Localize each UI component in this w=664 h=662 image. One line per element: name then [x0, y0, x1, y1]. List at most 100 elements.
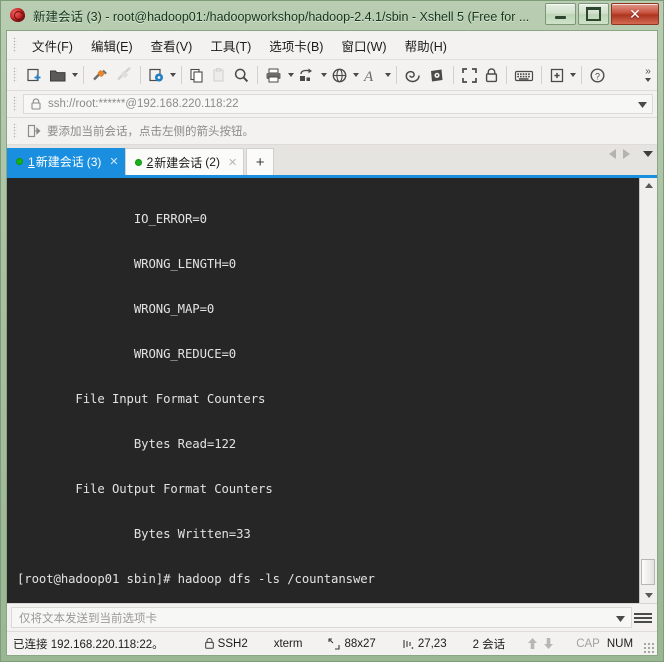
tab-count: (3)	[86, 154, 102, 169]
tab-scroll-left-icon[interactable]	[609, 149, 616, 159]
menu-window[interactable]: 窗口(W)	[332, 32, 395, 59]
address-input[interactable]: ssh://root:******@192.168.220.118:22	[23, 94, 653, 114]
disconnect-button[interactable]	[113, 63, 135, 87]
scrollbar-thumb[interactable]	[641, 559, 655, 585]
quick-command-button[interactable]	[426, 63, 448, 87]
tab-connected-icon	[134, 158, 142, 166]
minimize-icon	[555, 16, 566, 19]
scroll-up-button[interactable]	[641, 178, 656, 193]
toolbar-separator	[506, 66, 507, 84]
tab-close-icon[interactable]: ✕	[109, 155, 118, 168]
tab-list-icon[interactable]	[643, 151, 653, 157]
font-button[interactable]: A	[361, 63, 382, 87]
keyboard-button[interactable]	[512, 63, 536, 87]
close-button[interactable]: ✕	[611, 3, 659, 25]
lock-icon	[485, 67, 498, 82]
menu-edit[interactable]: 编辑(E)	[82, 32, 142, 59]
hintbar-drag-grip[interactable]	[13, 123, 17, 139]
keyboard-icon	[514, 70, 534, 81]
toolbar-separator	[396, 66, 397, 84]
terminal-output[interactable]: IO_ERROR=0 WRONG_LENGTH=0 WRONG_MAP=0 WR…	[7, 178, 639, 603]
status-terminal-type: xterm	[273, 637, 303, 650]
send-command-menu-button[interactable]	[634, 612, 657, 623]
maximize-button[interactable]	[578, 3, 609, 25]
tab-session-1[interactable]: 1 新建会话 (3) ✕	[7, 148, 125, 175]
terminal-scrollbar[interactable]	[639, 178, 657, 603]
xshell-window: 新建会话 (3) - root@hadoop01:/hadoopworkshop…	[0, 0, 664, 662]
hamburger-menu-icon	[634, 612, 652, 615]
toolbar-overflow-caret-icon	[645, 78, 651, 82]
toolbar-separator	[257, 66, 258, 84]
scroll-down-button[interactable]	[641, 588, 656, 603]
session-hint-text: 要添加当前会话，点击左侧的箭头按钮。	[47, 126, 254, 138]
resize-grip[interactable]	[643, 642, 655, 654]
address-value: ssh://root:******@192.168.220.118:22	[48, 98, 239, 110]
session-properties-button[interactable]	[146, 63, 167, 87]
status-size: 88x27	[328, 638, 376, 650]
tab-session-2[interactable]: 2 新建会话 (2) ✕	[124, 148, 245, 175]
tab-strip: 1 新建会话 (3) ✕ 2 新建会话 (2) ✕ +	[7, 145, 657, 178]
send-command-input[interactable]: 仅将文本发送到当前选项卡	[11, 607, 632, 628]
print-caret-icon[interactable]	[288, 73, 294, 77]
open-session-button[interactable]	[47, 63, 69, 87]
terminal-line: File Input Format Counters	[17, 392, 266, 406]
lock-icon	[204, 638, 214, 649]
file-transfer-button[interactable]	[296, 63, 318, 87]
toolbar-separator	[453, 66, 454, 84]
open-session-caret-icon[interactable]	[72, 73, 78, 77]
status-cursor: 27,23	[402, 638, 447, 650]
minimize-button[interactable]	[545, 3, 576, 25]
menu-drag-grip[interactable]	[13, 37, 17, 53]
find-button[interactable]	[231, 63, 252, 87]
open-session-icon	[50, 70, 66, 81]
toolbar-drag-grip[interactable]	[13, 67, 17, 83]
title-bar[interactable]: 新建会话 (3) - root@hadoop01:/hadoopworkshop…	[0, 0, 664, 30]
address-dropdown-icon[interactable]	[638, 95, 647, 113]
new-session-button[interactable]	[24, 63, 45, 87]
terminal-line: IO_ERROR=0	[17, 212, 207, 226]
help-button[interactable]: ?	[587, 63, 608, 87]
send-command-dropdown-icon[interactable]	[616, 609, 625, 627]
copy-button[interactable]	[187, 63, 207, 87]
toolbar-separator	[581, 66, 582, 84]
lock-button[interactable]	[482, 63, 501, 87]
menu-tools[interactable]: 工具(T)	[201, 32, 260, 59]
tab-close-icon[interactable]: ✕	[228, 156, 237, 169]
session-properties-caret-icon[interactable]	[170, 73, 176, 77]
terminal-line: File Output Format Counters	[17, 482, 273, 496]
status-num: NUM	[606, 637, 634, 650]
menu-help[interactable]: 帮助(H)	[396, 32, 456, 59]
new-tab-button[interactable]: +	[246, 148, 275, 175]
fullscreen-icon	[462, 67, 477, 83]
status-cursor-label: 27,23	[417, 637, 447, 650]
fullscreen-button[interactable]	[459, 63, 480, 87]
tab-label: 新建会话	[35, 155, 84, 169]
terminal-line: [root@hadoop01 sbin]# hadoop dfs -ls /co…	[17, 572, 375, 586]
add-to-session-icon	[27, 124, 41, 138]
toolbar-overflow-button[interactable]: »	[641, 62, 655, 88]
session-hint-bar: 要添加当前会话，点击左侧的箭头按钮。	[7, 118, 657, 145]
menu-file[interactable]: 文件(F)	[23, 32, 82, 59]
tab-count: (2)	[205, 155, 220, 169]
tab-scroll-right-icon[interactable]	[623, 149, 630, 159]
font-caret-icon[interactable]	[385, 73, 391, 77]
print-button[interactable]	[263, 63, 285, 87]
menu-view[interactable]: 查看(V)	[142, 32, 202, 59]
connect-button[interactable]	[89, 63, 111, 87]
compose-pane-button[interactable]	[402, 63, 424, 87]
toolbar-separator	[83, 66, 84, 84]
menu-tab[interactable]: 选项卡(B)	[260, 32, 332, 59]
web-caret-icon[interactable]	[353, 73, 359, 77]
file-transfer-caret-icon[interactable]	[321, 73, 327, 77]
close-icon: ✕	[629, 6, 641, 22]
add-tab-caret-icon[interactable]	[570, 73, 576, 77]
scroll-down-icon	[644, 593, 653, 598]
tab-connected-icon	[16, 158, 23, 165]
web-button[interactable]	[329, 63, 350, 87]
disconnect-icon	[117, 66, 131, 80]
paste-button[interactable]	[209, 63, 229, 87]
addressbar-drag-grip[interactable]	[13, 96, 17, 112]
add-tab-button[interactable]	[547, 63, 567, 87]
arrow-up-icon	[528, 638, 538, 649]
session-properties-icon	[149, 68, 163, 81]
